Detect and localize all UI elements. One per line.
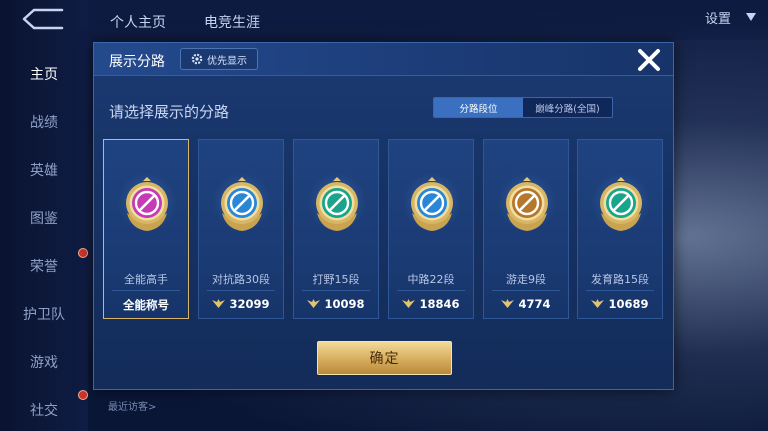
divider — [207, 290, 275, 291]
sidebar-item-heroes[interactable]: 英雄 — [0, 160, 88, 180]
confirm-button[interactable]: 确定 — [317, 341, 452, 375]
lane-score: 32099 — [199, 297, 283, 311]
divider — [397, 290, 465, 291]
lane-score: 全能称号 — [104, 297, 188, 313]
lane-score: 10689 — [578, 297, 662, 311]
divider — [492, 290, 560, 291]
lane-card[interactable]: 中路22段 18846 — [388, 139, 474, 319]
mid-lane-badge-icon — [411, 177, 453, 231]
tab-profile[interactable]: 个人主页 — [110, 12, 166, 32]
allround-badge-icon — [126, 177, 168, 231]
score-value: 10689 — [608, 297, 649, 311]
sidebar-item-games[interactable]: 游戏 — [0, 352, 88, 372]
lane-card[interactable]: 发育路15段 10689 — [577, 139, 663, 319]
lane-card[interactable]: 对抗路30段 32099 — [198, 139, 284, 319]
lane-rank-label: 打野15段 — [312, 273, 360, 286]
divider — [112, 290, 180, 291]
lane-score: 18846 — [389, 297, 473, 311]
lane-score: 4774 — [484, 297, 568, 311]
wing-icon — [501, 299, 515, 308]
score-value: 4774 — [518, 297, 551, 311]
lane-rank-label: 全能高手 — [124, 273, 168, 286]
score-value: 18846 — [419, 297, 460, 311]
lane-card[interactable]: 打野15段 10098 — [293, 139, 379, 319]
sidebar-item-home[interactable]: 主页 — [0, 64, 88, 84]
settings-button[interactable]: 设置 — [705, 8, 731, 27]
back-icon[interactable] — [20, 6, 66, 32]
lane-rank-label: 发育路15段 — [591, 273, 649, 286]
divider — [302, 290, 370, 291]
chevron-down-icon[interactable] — [746, 13, 756, 21]
lane-score: 10098 — [294, 297, 378, 311]
close-icon[interactable] — [636, 47, 662, 73]
lane-tab-group: 分路段位 巅峰分路(全国) — [433, 97, 613, 118]
lane-rank-label: 对抗路30段 — [212, 273, 270, 286]
gear-icon — [191, 53, 203, 65]
sidebar: 主页 战绩 英雄 图鉴 荣誉 护卫队 游戏 社交 — [0, 0, 88, 431]
clash-lane-badge-icon — [221, 177, 263, 231]
score-value: 32099 — [229, 297, 270, 311]
roam-badge-icon — [506, 177, 548, 231]
sidebar-item-guard-team[interactable]: 护卫队 — [0, 304, 88, 324]
lane-card[interactable]: 游走9段 4774 — [483, 139, 569, 319]
tab-peak-lane[interactable]: 巅峰分路(全国) — [523, 98, 612, 117]
wing-icon — [402, 299, 416, 308]
sidebar-item-social[interactable]: 社交 — [0, 400, 88, 420]
sidebar-item-collection[interactable]: 图鉴 — [0, 208, 88, 228]
tab-lane-rank[interactable]: 分路段位 — [434, 98, 523, 117]
divider — [586, 290, 654, 291]
lane-rank-label: 中路22段 — [407, 273, 455, 286]
wing-icon — [307, 299, 321, 308]
priority-display-label: 优先显示 — [207, 55, 247, 67]
top-bar: 个人主页 电竞生涯 设置 — [88, 0, 768, 40]
wing-icon — [591, 299, 605, 308]
lane-card[interactable]: 全能高手 全能称号 — [103, 139, 189, 319]
recent-visitors-link[interactable]: 最近访客> — [108, 398, 156, 413]
notification-dot — [78, 390, 88, 400]
score-value: 全能称号 — [123, 298, 169, 312]
notification-dot — [78, 248, 88, 258]
jungle-badge-icon — [316, 177, 358, 231]
dialog-header: 展示分路 优先显示 — [94, 43, 673, 76]
dialog-subtitle: 请选择展示的分路 — [109, 103, 230, 121]
sidebar-item-honor[interactable]: 荣誉 — [0, 256, 88, 276]
sidebar-item-record[interactable]: 战绩 — [0, 112, 88, 132]
farm-lane-badge-icon — [600, 177, 642, 231]
dialog-title: 展示分路 — [109, 54, 165, 70]
lane-display-dialog: 展示分路 优先显示 请选择展示的分路 分路段位 巅峰分路(全国) 全能高手全能称… — [93, 42, 674, 390]
lane-rank-label: 游走9段 — [506, 273, 546, 286]
wing-icon — [212, 299, 226, 308]
tab-esports[interactable]: 电竞生涯 — [204, 12, 260, 32]
score-value: 10098 — [324, 297, 365, 311]
priority-display-button[interactable]: 优先显示 — [180, 48, 258, 70]
